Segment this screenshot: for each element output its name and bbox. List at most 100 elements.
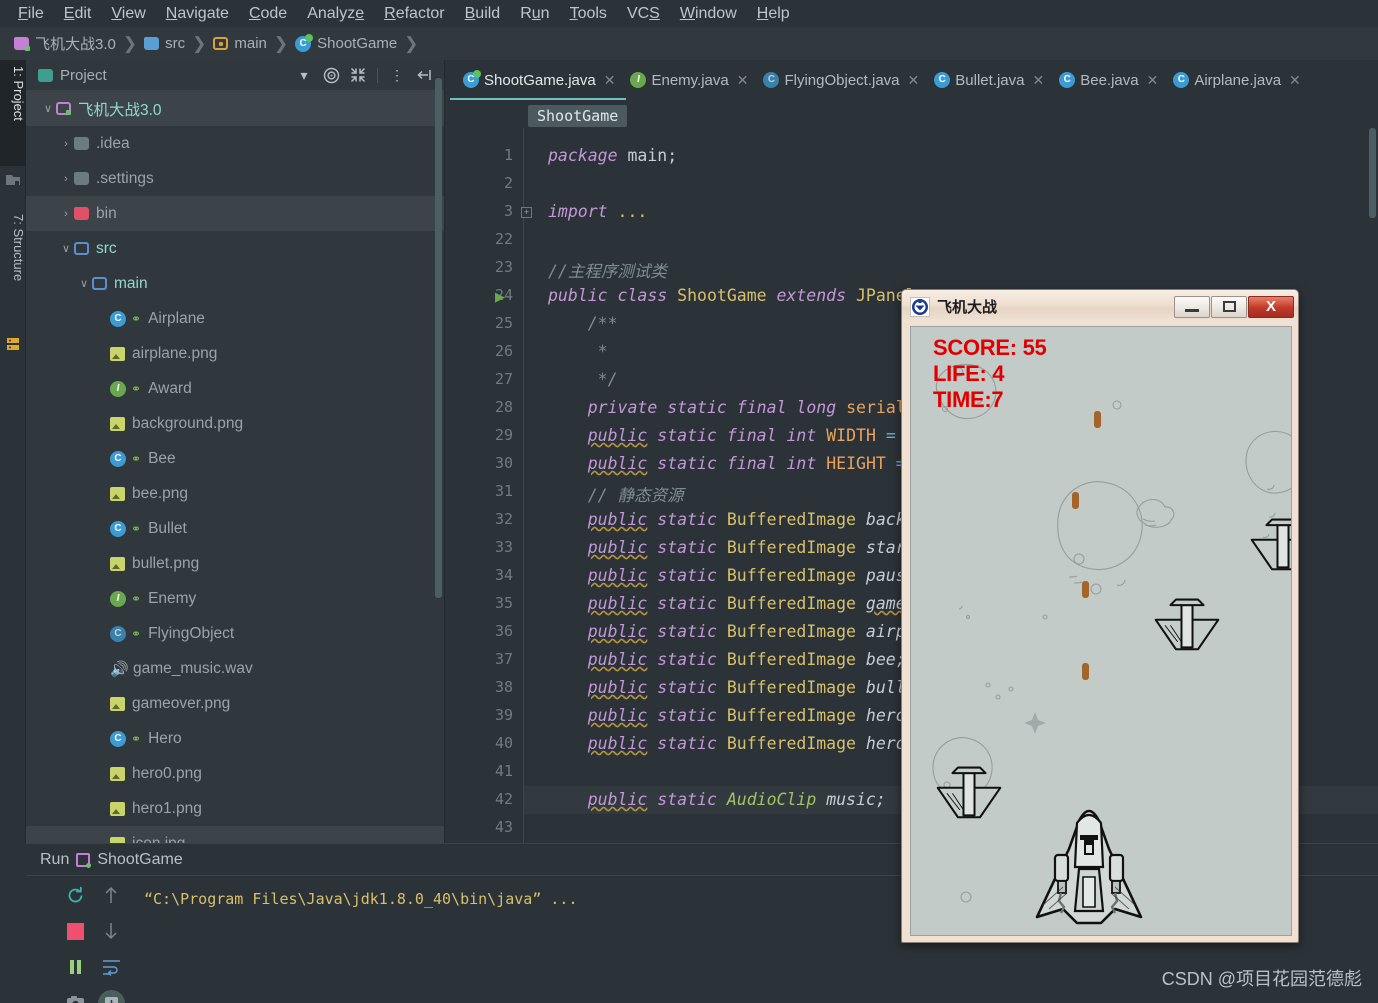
close-icon[interactable]: ✕	[1147, 72, 1159, 89]
editor-scrollbar[interactable]	[1369, 128, 1376, 218]
close-icon[interactable]: ✕	[604, 72, 616, 89]
tree-item-icon-jpg[interactable]: icon.jpg	[26, 826, 445, 843]
bullet-0	[1094, 411, 1101, 428]
screenshot-icon[interactable]	[60, 988, 90, 1003]
breadcrumb-item-1[interactable]: src	[144, 35, 185, 52]
sidebar-item-project[interactable]: 1: Project	[0, 60, 26, 166]
tree-item-bin[interactable]: › bin	[26, 196, 445, 231]
tree-item-main[interactable]: ∨ main	[26, 266, 445, 301]
menu-navigate[interactable]: Navigate	[156, 0, 239, 27]
more-options-icon[interactable]: ⋮	[384, 62, 410, 88]
menu-help[interactable]: Help	[747, 0, 800, 27]
tree-twisty[interactable]: ›	[58, 208, 74, 220]
tree-item-hero1-png[interactable]: hero1.png	[26, 791, 445, 826]
editor-breadcrumb-chip[interactable]: ShootGame	[528, 105, 628, 127]
tree-item-hero[interactable]: C ⚭ Hero	[26, 721, 445, 756]
tree-item-bullet[interactable]: C ⚭ Bullet	[26, 511, 445, 546]
close-icon[interactable]: ✕	[737, 72, 749, 89]
tree-twisty[interactable]: ›	[58, 173, 74, 185]
menu-file[interactable]: File	[8, 0, 54, 27]
tree-twisty[interactable]: ›	[58, 138, 74, 150]
project-tree-scrollbar[interactable]	[435, 78, 442, 598]
minimize-button[interactable]	[1174, 295, 1210, 318]
scroll-down-icon[interactable]	[96, 916, 126, 946]
editor-tab-bullet-java[interactable]: C Bullet.java ✕	[926, 60, 1051, 100]
maximize-button[interactable]	[1211, 295, 1247, 318]
bullet-2	[1082, 581, 1089, 598]
game-window[interactable]: 飞机大战 X SCORE: 55 LIFE: 4 TIME:7	[901, 289, 1299, 943]
game-window-title-bar[interactable]: 飞机大战 X	[902, 290, 1298, 323]
tree-twisty[interactable]: ∨	[40, 102, 56, 115]
menu-vcs[interactable]: VCS	[617, 0, 670, 27]
breadcrumb-item-2[interactable]: main	[213, 35, 267, 52]
collapse-all-icon[interactable]	[345, 62, 371, 88]
target-locate-icon[interactable]	[318, 62, 344, 88]
code-line-1: package main;	[548, 146, 678, 165]
hide-panel-icon[interactable]	[411, 62, 437, 88]
tree-item-enemy[interactable]: I ⚭ Enemy	[26, 581, 445, 616]
tree-item-label: Enemy	[148, 589, 197, 607]
tree-item-bee[interactable]: C ⚭ Bee	[26, 441, 445, 476]
editor-tab-enemy-java[interactable]: I Enemy.java ✕	[622, 60, 755, 100]
menu-build[interactable]: Build	[455, 0, 511, 27]
breadcrumb-item-0[interactable]: 飞机大战3.0	[14, 33, 116, 54]
pause-icon[interactable]	[60, 952, 90, 982]
interface-icon: I	[630, 72, 647, 88]
menu-window[interactable]: Window	[670, 0, 747, 27]
code-line-27: */	[597, 370, 618, 389]
tree-item-airplane[interactable]: C ⚭ Airplane	[26, 301, 445, 336]
tree-item--3-0[interactable]: ∨ 飞机大战3.0	[26, 91, 445, 126]
tree-item-src[interactable]: ∨ src	[26, 231, 445, 266]
close-icon[interactable]: ✕	[1032, 72, 1044, 89]
tree-item--settings[interactable]: › .settings	[26, 161, 445, 196]
sidebar-item-structure[interactable]: 7: Structure	[0, 208, 26, 330]
menu-code[interactable]: Code	[239, 0, 297, 27]
breadcrumb-item-3[interactable]: C ShootGame	[295, 33, 397, 52]
menu-run[interactable]: Run	[510, 0, 559, 27]
menu-edit[interactable]: Edit	[54, 0, 102, 27]
editor-tab-bee-java[interactable]: C Bee.java ✕	[1051, 60, 1165, 100]
tree-item-flyingobject[interactable]: C ⚭ FlyingObject	[26, 616, 445, 651]
menu-tools[interactable]: Tools	[560, 0, 617, 27]
menu-analyze[interactable]: Analyze	[297, 0, 374, 27]
line-number-39: 39	[494, 706, 513, 724]
tree-item-background-png[interactable]: background.png	[26, 406, 445, 441]
tree-item-hero0-png[interactable]: hero0.png	[26, 756, 445, 791]
menu-view[interactable]: View	[101, 0, 155, 27]
lock-icon: ⚭	[131, 521, 142, 536]
folder-outline-pink-icon	[56, 102, 71, 115]
tree-item-airplane-png[interactable]: airplane.png	[26, 336, 445, 371]
tree-item-bullet-png[interactable]: bullet.png	[26, 546, 445, 581]
close-button[interactable]: X	[1248, 295, 1294, 318]
stop-icon[interactable]	[60, 916, 90, 946]
rerun-icon[interactable]	[60, 880, 90, 910]
tree-twisty[interactable]: ∨	[58, 242, 74, 255]
line-number-33: 33	[494, 538, 513, 556]
tree-item-gameover-png[interactable]: gameover.png	[26, 686, 445, 721]
code-line-29: public static final int WIDTH = 4	[587, 426, 916, 445]
tree-item-label: Bee	[148, 449, 176, 467]
editor-tab-shootgame-java[interactable]: C ShootGame.java ✕	[455, 60, 622, 100]
scroll-to-end-icon[interactable]	[96, 988, 126, 1003]
editor-tab-flyingobject-java[interactable]: C FlyingObject.java ✕	[755, 60, 926, 100]
folder-orange-package-icon	[213, 37, 229, 50]
run-gutter-arrow[interactable]: ▶	[495, 289, 505, 305]
menu-refactor[interactable]: Refactor	[374, 0, 454, 27]
breadcrumb-separator: ❯	[273, 33, 289, 53]
tree-item-game-music-wav[interactable]: 🔊 game_music.wav	[26, 651, 445, 686]
scroll-up-icon[interactable]	[96, 880, 126, 910]
fold-expand-icon[interactable]: +	[521, 207, 532, 218]
tree-item--idea[interactable]: › .idea	[26, 126, 445, 161]
tree-twisty[interactable]: ∨	[76, 277, 92, 290]
chevron-down-icon[interactable]: ▾	[291, 62, 317, 88]
tree-item-label: bee.png	[132, 484, 189, 502]
code-line-40: public static BufferedImage hero1	[587, 734, 916, 753]
tree-item-award[interactable]: I ⚭ Award	[26, 371, 445, 406]
close-icon[interactable]: ✕	[908, 72, 920, 89]
close-icon[interactable]: ✕	[1289, 72, 1301, 89]
breadcrumb-separator: ❯	[192, 33, 207, 53]
editor-tab-airplane-java[interactable]: C Airplane.java ✕	[1165, 60, 1307, 100]
tree-item-bee-png[interactable]: bee.png	[26, 476, 445, 511]
game-canvas[interactable]: SCORE: 55 LIFE: 4 TIME:7	[910, 326, 1292, 936]
soft-wrap-icon[interactable]	[96, 952, 126, 982]
